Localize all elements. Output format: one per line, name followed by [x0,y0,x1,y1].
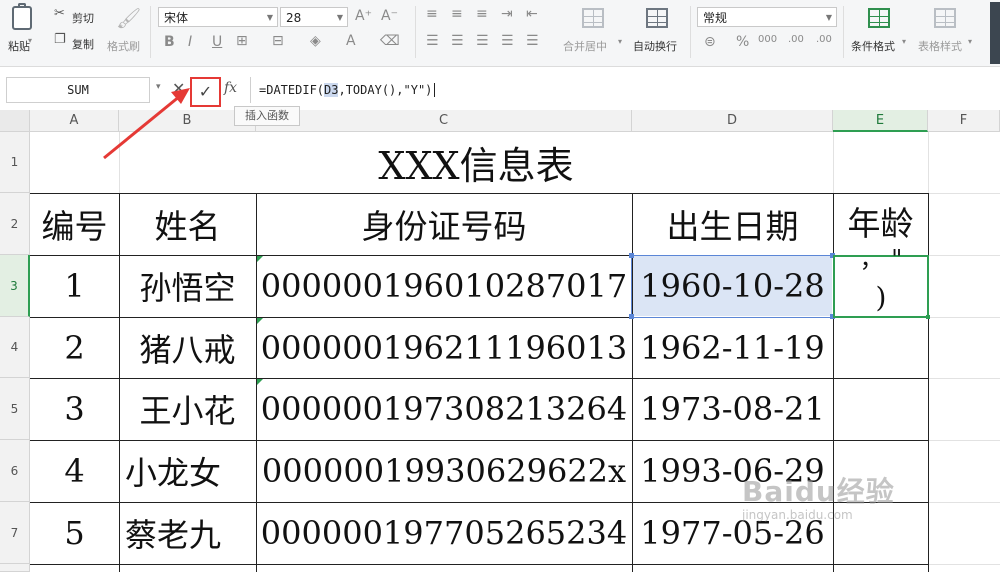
baidu-watermark: Baidu经验 jingyan.baidu.com [742,470,895,522]
insert-function-tooltip: 插入函数 [234,106,300,126]
watermark-subtext: jingyan.baidu.com [742,508,853,522]
watermark-text: Baidu经验 [742,475,895,508]
